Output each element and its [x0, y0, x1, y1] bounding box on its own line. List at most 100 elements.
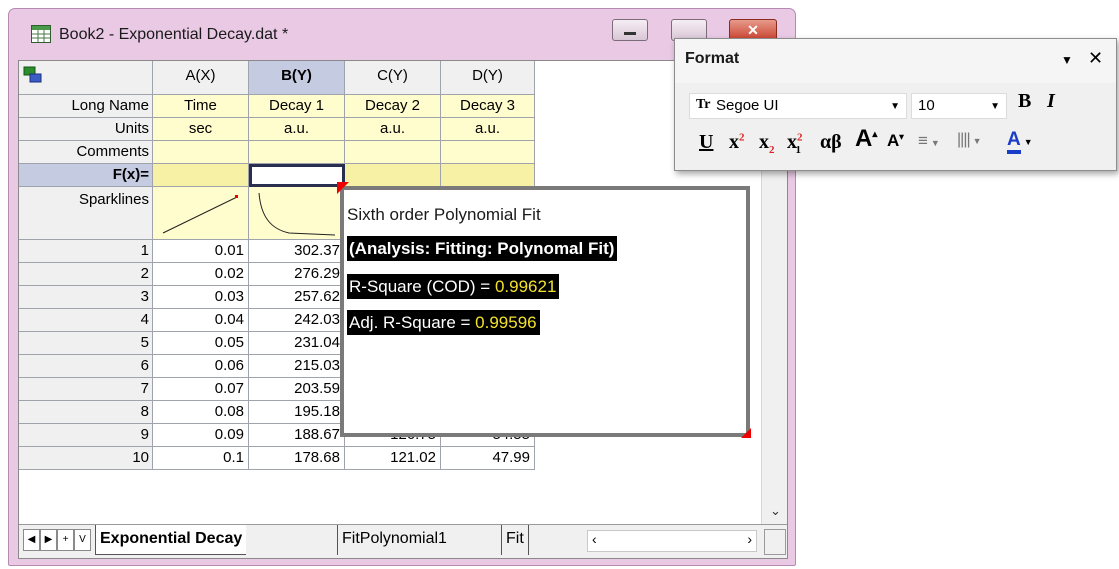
subscript-button[interactable]: x2 [759, 131, 775, 156]
table-cell-a[interactable]: 0.09 [153, 424, 249, 447]
row-number[interactable]: 5 [19, 332, 153, 355]
format-toolbar-title: Format [685, 50, 740, 67]
table-cell-a[interactable]: 0.03 [153, 286, 249, 309]
units-d[interactable]: a.u. [441, 118, 535, 141]
sparkline-a[interactable] [153, 187, 249, 240]
units-c[interactable]: a.u. [345, 118, 441, 141]
row-number[interactable]: 4 [19, 309, 153, 332]
scroll-right-arrow-icon[interactable]: › [747, 531, 752, 547]
underline-button[interactable]: U [699, 131, 713, 154]
sparkline-b[interactable] [249, 187, 345, 240]
table-cell-a[interactable]: 0.01 [153, 240, 249, 263]
fit-result-note[interactable]: Sixth order Polynomial Fit (Analysis: Fi… [340, 186, 750, 437]
bold-button[interactable]: B [1018, 90, 1031, 113]
sheet-tab-exponential-decay[interactable]: Exponential Decay [95, 525, 247, 555]
long-name-b[interactable]: Decay 1 [249, 95, 345, 118]
column-header-c[interactable]: C(Y) [345, 61, 441, 95]
units-a[interactable]: sec [153, 118, 249, 141]
italic-button[interactable]: I [1047, 90, 1055, 113]
sheet-list-button[interactable]: V [74, 529, 91, 551]
table-cell-a[interactable]: 0.06 [153, 355, 249, 378]
fx-a[interactable] [153, 164, 249, 187]
table-cell-a[interactable]: 0.04 [153, 309, 249, 332]
table-cell-b[interactable]: 242.03 [249, 309, 345, 332]
table-cell-b[interactable]: 215.03 [249, 355, 345, 378]
table-cell-c[interactable]: 121.02 [345, 447, 441, 470]
font-size-select[interactable]: 10 ▼ [911, 93, 1007, 119]
toolbar-close-icon[interactable]: ✕ [1088, 48, 1103, 69]
font-dropdown-arrow-icon[interactable]: ▼ [890, 101, 900, 112]
add-sheet-button[interactable]: + [57, 529, 74, 551]
fx-d[interactable] [441, 164, 535, 187]
toolbar-options-dropdown-icon[interactable]: ▼ [1061, 53, 1073, 67]
font-name-select[interactable]: Tr Segoe UI ▼ [689, 93, 907, 119]
table-cell-a[interactable]: 0.08 [153, 401, 249, 424]
adj-r-square-value: 0.99596 [475, 313, 537, 332]
column-header-a[interactable]: A(X) [153, 61, 249, 95]
sheet-tab-bar: ◀ ▶ + V Exponential Decay FitPolynomial1… [19, 524, 787, 558]
row-number[interactable]: 1 [19, 240, 153, 263]
table-cell-b[interactable]: 203.59 [249, 378, 345, 401]
long-name-c[interactable]: Decay 2 [345, 95, 441, 118]
comments-b[interactable] [249, 141, 345, 164]
row-number[interactable]: 2 [19, 263, 153, 286]
increase-font-icon[interactable]: A▴ [855, 125, 877, 153]
fx-b-active-cell[interactable] [249, 164, 345, 187]
table-cell-a[interactable]: 0.05 [153, 332, 249, 355]
row-label-units[interactable]: Units [19, 118, 153, 141]
row-label-long-name[interactable]: Long Name [19, 95, 153, 118]
long-name-a[interactable]: Time [153, 95, 249, 118]
font-name-value: Segoe UI [716, 97, 779, 114]
first-sheet-button[interactable]: ◀ [23, 529, 40, 551]
row-number[interactable]: 8 [19, 401, 153, 424]
supsub-button[interactable]: x21 [787, 131, 803, 156]
row-number[interactable]: 7 [19, 378, 153, 401]
format-toolbar-titlebar[interactable] [675, 39, 1116, 83]
table-cell-a[interactable]: 0.02 [153, 263, 249, 286]
comments-a[interactable] [153, 141, 249, 164]
row-label-fx[interactable]: F(x)= [19, 164, 153, 187]
row-number[interactable]: 3 [19, 286, 153, 309]
table-cell-b[interactable]: 257.62 [249, 286, 345, 309]
resize-grip[interactable] [764, 529, 786, 555]
comments-d[interactable] [441, 141, 535, 164]
table-cell-a[interactable]: 0.07 [153, 378, 249, 401]
window-title: Book2 - Exponential Decay.dat * [59, 26, 289, 43]
units-b[interactable]: a.u. [249, 118, 345, 141]
font-color-icon[interactable]: A ▼ [1007, 129, 1033, 154]
next-sheet-button[interactable]: ▶ [40, 529, 57, 551]
table-cell-b[interactable]: 178.68 [249, 447, 345, 470]
table-cell-b[interactable]: 195.18 [249, 401, 345, 424]
comments-c[interactable] [345, 141, 441, 164]
table-cell-b[interactable]: 276.29 [249, 263, 345, 286]
horizontal-scrollbar[interactable]: ‹ › [587, 530, 757, 552]
font-size-dropdown-arrow-icon[interactable]: ▼ [990, 101, 1000, 112]
align-left-icon[interactable]: ≡ ▼ [918, 131, 940, 151]
table-cell-a[interactable]: 0.1 [153, 447, 249, 470]
table-cell-d[interactable]: 47.99 [441, 447, 535, 470]
greek-button[interactable]: αβ [820, 131, 842, 154]
row-label-comments[interactable]: Comments [19, 141, 153, 164]
table-cell-b[interactable]: 302.37 [249, 240, 345, 263]
note-resize-marker[interactable] [741, 428, 751, 438]
minimize-button[interactable] [612, 19, 648, 41]
column-header-b[interactable]: B(Y) [249, 61, 345, 95]
sheet-tab-fit[interactable]: Fit [501, 525, 529, 555]
row-number[interactable]: 10 [19, 447, 153, 470]
column-tab-icon[interactable]: |||| ▼ [957, 131, 982, 149]
sheet-tab-fitpolynomial1[interactable]: FitPolynomial1 [337, 525, 451, 555]
row-number[interactable]: 9 [19, 424, 153, 447]
row-label-sparklines[interactable]: Sparklines [19, 187, 153, 240]
table-cell-b[interactable]: 188.67 [249, 424, 345, 447]
column-header-d[interactable]: D(Y) [441, 61, 535, 95]
superscript-button[interactable]: x2 [729, 131, 745, 154]
row-number[interactable]: 6 [19, 355, 153, 378]
table-cell-b[interactable]: 231.04 [249, 332, 345, 355]
workbook-icon [31, 25, 51, 43]
fx-c[interactable] [345, 164, 441, 187]
decrease-font-icon[interactable]: A▾ [887, 131, 904, 151]
scroll-down-arrow-icon[interactable]: ⌄ [770, 503, 781, 519]
select-all-corner[interactable] [19, 61, 153, 95]
scroll-left-arrow-icon[interactable]: ‹ [592, 531, 597, 547]
long-name-d[interactable]: Decay 3 [441, 95, 535, 118]
